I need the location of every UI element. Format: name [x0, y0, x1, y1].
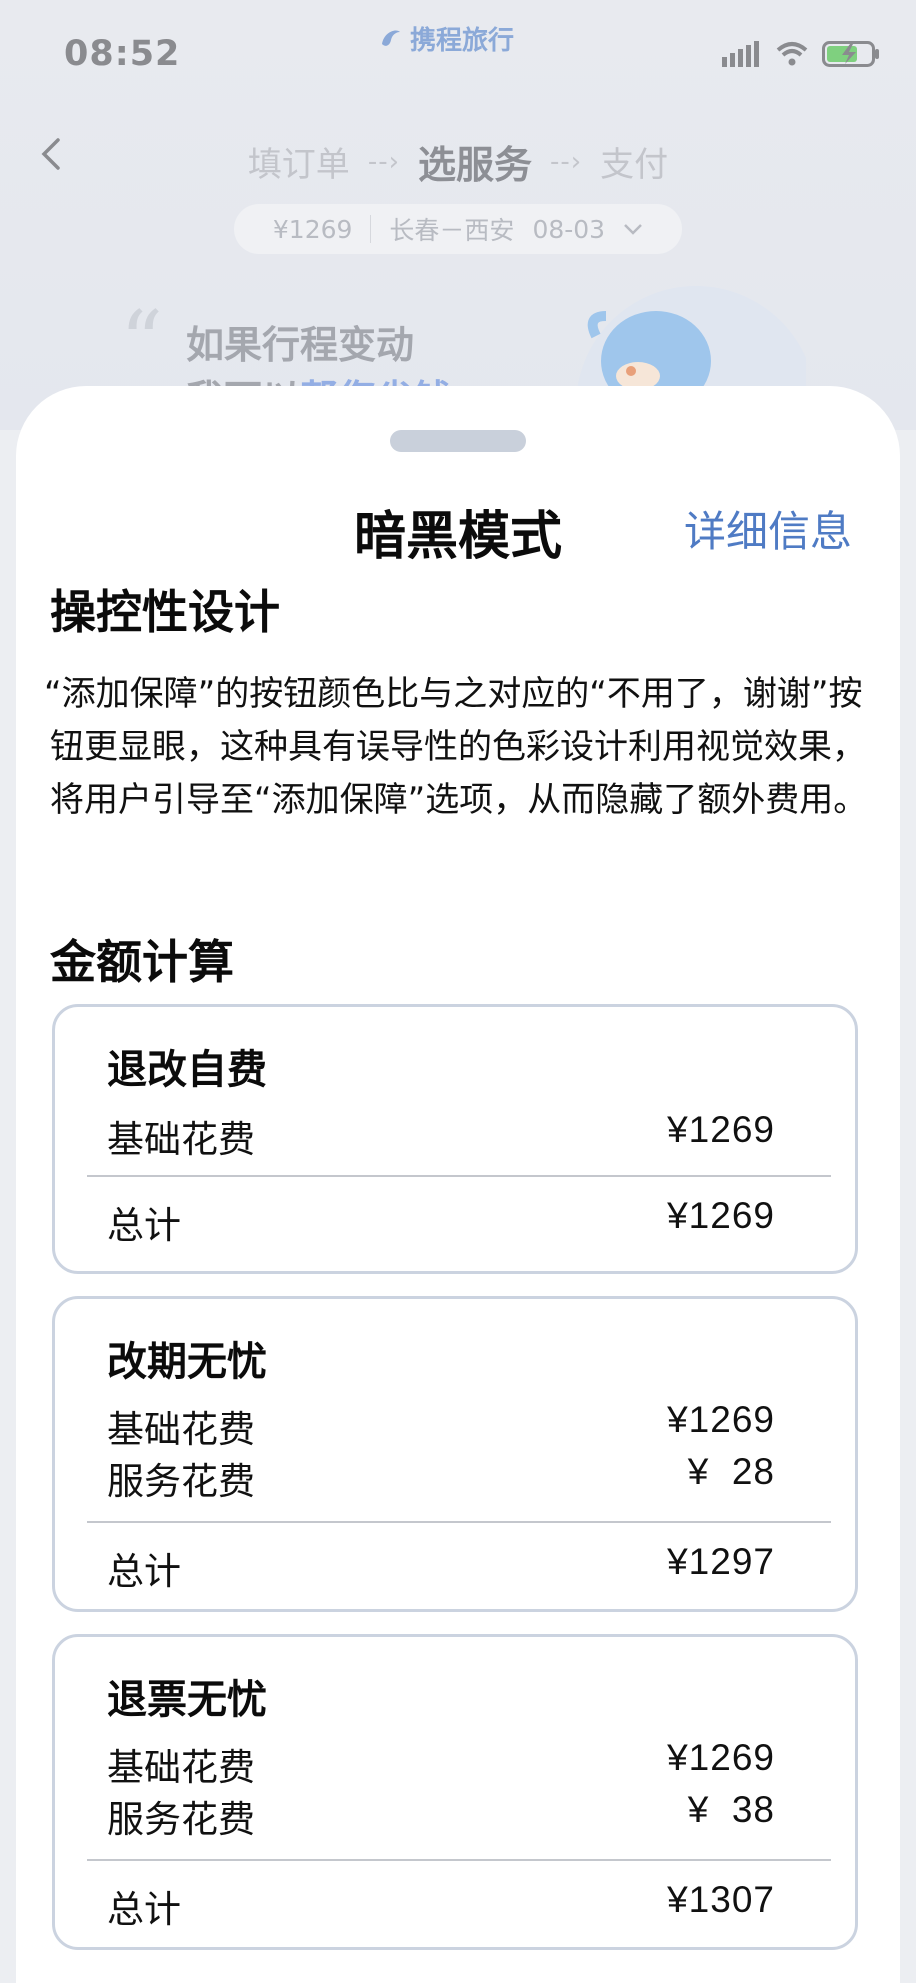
card-title: 退票无忧 — [107, 1677, 267, 1723]
progress-steps: 填订单 --› 选服务 --› 支付 — [0, 134, 916, 189]
chevron-down-icon — [624, 224, 642, 235]
dark-pattern-sheet: 暗黑模式 详细信息 操控性设计 “添加保障”的按钮颜色比与之对应的“不用了，谢谢… — [16, 386, 900, 1983]
status-bar: 08:52 携程旅行 — [0, 0, 916, 105]
status-time: 08:52 — [64, 34, 181, 74]
fee-card-refund-worry-free: 退票无忧 基础花费 ¥1269 服务花费 ¥ 38 总计 ¥1307 — [52, 1634, 858, 1950]
card-title: 退改自费 — [107, 1047, 267, 1093]
fee-amount: ¥1269 — [667, 1109, 775, 1150]
step-fill-order: 填订单 — [247, 145, 350, 185]
fee-card-reschedule-worry-free: 改期无忧 基础花费 ¥1269 服务花费 ¥ 28 总计 ¥1297 — [52, 1296, 858, 1612]
fee-amount: ¥ 28 — [687, 1451, 775, 1492]
fee-row-total: 总计 ¥1307 — [107, 1879, 775, 1933]
fee-amount: ¥1269 — [667, 1399, 775, 1440]
step-arrow: --› — [367, 146, 400, 177]
card-title: 改期无忧 — [107, 1339, 267, 1385]
nav-bar: 填订单 --› 选服务 --› 支付 — [0, 120, 916, 190]
fee-row-service: 服务花费 ¥ 28 — [107, 1451, 775, 1505]
fee-amount: ¥ 38 — [687, 1789, 775, 1830]
section-description: “添加保障”的按钮颜色比与之对应的“不用了，谢谢”按钮更显眼，这种具有误导性的色… — [44, 674, 868, 820]
fee-label: 基础花费 — [107, 1118, 255, 1161]
quote-icon: “ — [120, 293, 163, 391]
signal-icon — [722, 41, 759, 67]
hero-line-1: 如果行程变动 — [186, 323, 415, 367]
route-date: 08-03 — [532, 214, 606, 244]
total-amount: ¥1297 — [667, 1541, 775, 1582]
total-label: 总计 — [107, 1204, 181, 1247]
brand-name: 携程旅行 — [410, 26, 515, 56]
dolphin-logo-icon — [382, 30, 400, 46]
sheet-drag-handle[interactable] — [390, 430, 526, 452]
total-label: 总计 — [107, 1550, 181, 1593]
fee-card-self-paid: 退改自费 基础花费 ¥1269 总计 ¥1269 — [52, 1004, 858, 1274]
fee-row-total: 总计 ¥1297 — [107, 1541, 775, 1595]
wifi-icon — [776, 42, 808, 66]
fee-label: 基础花费 — [107, 1746, 255, 1789]
step-pay: 支付 — [600, 145, 669, 185]
fee-label: 服务花费 — [107, 1460, 255, 1503]
fee-row-total: 总计 ¥1269 — [107, 1195, 775, 1249]
section-heading-amount-calculation: 金额计算 — [50, 935, 234, 989]
route-price: ¥1269 — [272, 214, 353, 244]
fee-row-base: 基础花费 ¥1269 — [107, 1109, 775, 1163]
total-amount: ¥1307 — [667, 1879, 775, 1920]
battery-charging-icon — [822, 41, 879, 67]
fee-row-base: 基础花费 ¥1269 — [107, 1399, 775, 1453]
step-arrow: --› — [550, 146, 583, 177]
route-cities: 长春－西安 — [389, 216, 515, 245]
brand-logo: 携程旅行 — [378, 20, 514, 57]
detail-info-link[interactable]: 详细信息 — [684, 498, 852, 559]
card-divider — [87, 1521, 831, 1523]
step-select-service: 选服务 — [417, 143, 532, 187]
section-heading-manipulative-design: 操控性设计 — [50, 585, 280, 639]
fee-amount: ¥1269 — [667, 1737, 775, 1778]
divider — [370, 215, 372, 243]
background-page: 08:52 携程旅行 填订单 --› 选服务 --› 支付 ¥1269 长春－西… — [0, 0, 916, 436]
total-label: 总计 — [107, 1888, 181, 1931]
fee-row-service: 服务花费 ¥ 38 — [107, 1789, 775, 1843]
fee-label: 基础花费 — [107, 1408, 255, 1451]
fee-row-base: 基础花费 ¥1269 — [107, 1737, 775, 1791]
card-divider — [87, 1175, 831, 1177]
fee-label: 服务花费 — [107, 1798, 255, 1841]
status-icons — [722, 40, 880, 68]
total-amount: ¥1269 — [667, 1195, 775, 1236]
route-summary-pill[interactable]: ¥1269 长春－西安 08-03 — [234, 204, 682, 254]
card-divider — [87, 1859, 831, 1861]
